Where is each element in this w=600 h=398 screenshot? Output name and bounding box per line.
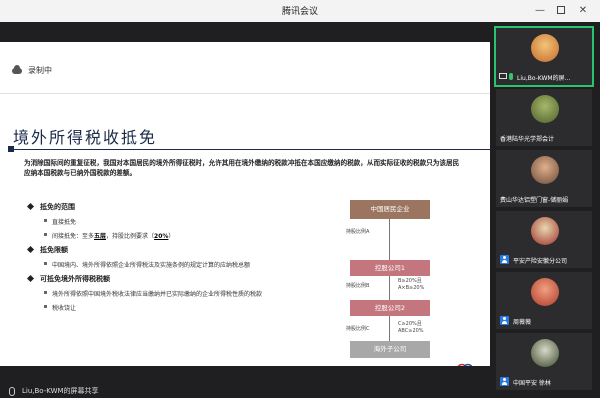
diagram-connector (389, 316, 390, 342)
shared-screen: 录制中 境外所得税收抵免 为消除国际间的重复征税，我国对本国居民的境外所得征税时… (0, 22, 490, 388)
diagram-bottom-box: 海外子公司 (350, 341, 430, 358)
section-heading: 可抵免境外所得税税额 (28, 274, 328, 284)
close-icon[interactable]: ✕ (575, 3, 591, 19)
participant-list: Liu,Bo-KWM的屏... 香港陆华光学郑会计 费山华达铝塑门窗-储丽娟 平… (491, 22, 600, 398)
bullet-item: 直接抵免 (28, 217, 328, 226)
bullet-list: 抵免的范围 直接抵免 间接抵免：至多五层，持股比例要求（20%） 抵免限额 中国… (28, 202, 328, 317)
user-icon (500, 377, 509, 386)
diagram-connector (389, 276, 390, 300)
participant-name: 中国平安 徐林 (513, 380, 551, 387)
participant-tile[interactable]: 香港陆华光学郑会计 (496, 89, 592, 146)
bullet-item: 境外所得依照中国境外税收法律应当缴纳并已实际缴纳的企业所得税性质的税款 (28, 289, 328, 298)
avatar (531, 156, 559, 184)
diagram-label: 持股比例C (346, 326, 370, 332)
diagram-sub2-box: 控股公司2 (350, 300, 430, 316)
avatar (531, 278, 559, 306)
diagram-connector (389, 219, 390, 260)
minimize-icon[interactable]: — (532, 3, 548, 19)
diagram-sub1-box: 控股公司1 (350, 260, 430, 276)
bullet-item: 间接抵免：至多五层，持股比例要求（20%） (28, 231, 328, 240)
participant-tile[interactable]: 平安产险安徽分公司 (496, 211, 592, 268)
bullet-item: 中国境内、境外所得依照企业所得税法及实施条例的规定计算的应纳税总额 (28, 260, 328, 269)
company-logo (457, 363, 473, 366)
participant-tile[interactable]: 中国平安 徐林 (496, 333, 592, 390)
bullet-item: 税收饶让 (28, 303, 328, 312)
title-divider (8, 146, 490, 152)
section-heading: 抵免限额 (28, 245, 328, 255)
diagram-label: 持股比例A (346, 229, 370, 235)
cloud-icon (12, 65, 22, 74)
participant-name: 香港陆华光学郑会计 (500, 136, 555, 143)
diagram-label: 持股比例B (346, 283, 370, 289)
microphone-icon (509, 73, 513, 80)
screen-share-label[interactable]: Liu,Bo-KWM的屏幕共享 (22, 386, 99, 396)
participant-name: 费山华达铝塑门窗-储丽娟 (500, 197, 569, 204)
diagram-note: C≥20%且 (398, 321, 422, 327)
diagram-note: ABC≥20% (398, 328, 424, 334)
participant-name: Liu,Bo-KWM的屏... (517, 75, 571, 82)
microphone-icon[interactable] (9, 387, 15, 396)
avatar (531, 339, 559, 367)
recording-bar: 录制中 (0, 42, 490, 94)
participant-name: 周薇薇 (513, 319, 532, 326)
participant-tile[interactable]: 周薇薇 (496, 272, 592, 329)
avatar (531, 217, 559, 245)
participant-name: 平安产险安徽分公司 (513, 258, 568, 265)
section-heading: 抵免的范围 (28, 202, 328, 212)
title-bar: 腾讯会议 — ✕ (0, 0, 600, 22)
slide-intro: 为消除国际间的重复征税，我国对本国居民的境外所得征税时，允许其用在境外缴纳的税款… (24, 159, 460, 177)
maximize-icon[interactable] (553, 3, 569, 19)
participant-tile[interactable]: Liu,Bo-KWM的屏... (494, 26, 594, 87)
screen-share-bar: Liu,Bo-KWM的屏幕共享 (0, 386, 490, 398)
slide-title: 境外所得税收抵免 (13, 128, 158, 147)
avatar (531, 95, 559, 123)
recording-label[interactable]: 录制中 (28, 65, 52, 76)
avatar (531, 34, 559, 62)
presentation-slide: 录制中 境外所得税收抵免 为消除国际间的重复征税，我国对本国居民的境外所得征税时… (0, 42, 490, 366)
window-title: 腾讯会议 (281, 7, 318, 17)
diagram-note: B≥20%且 (398, 278, 422, 284)
user-icon (500, 255, 509, 264)
diagram-note: A×B≥20% (398, 285, 425, 291)
user-icon (500, 316, 509, 325)
participant-tile[interactable]: 费山华达铝塑门窗-储丽娟 (496, 150, 592, 207)
screen-share-icon (499, 73, 507, 79)
diagram-top-box: 中国居民企业 (350, 200, 430, 219)
